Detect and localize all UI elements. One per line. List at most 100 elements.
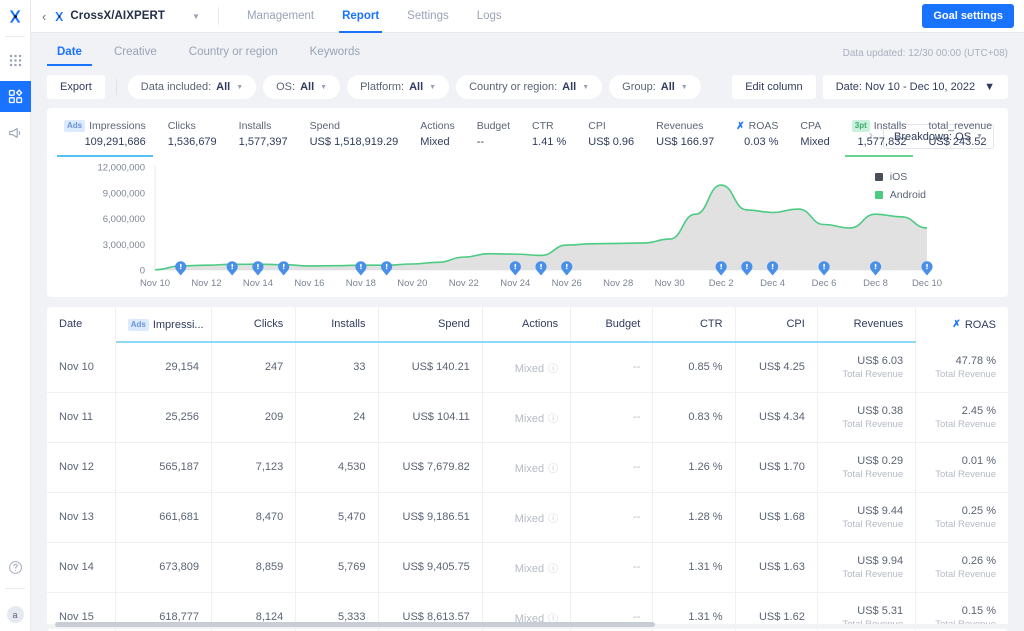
edit-column-button[interactable]: Edit column	[732, 75, 816, 99]
table-header-date[interactable]: Date	[47, 307, 116, 342]
trend-chart[interactable]: 12,000,000 9,000,000 6,000,000 3,000,000 0 No…	[47, 157, 1008, 297]
revenues-value: US$ 0.29	[857, 454, 904, 467]
help-icon[interactable]	[4, 556, 26, 578]
date-range-picker[interactable]: Date: Nov 10 - Dec 10, 2022 ▼	[822, 75, 1008, 99]
kpi-metric-budget[interactable]: Budget --	[466, 115, 521, 157]
table-row[interactable]: Nov 12 565,187 7,123 4,530 US$ 7,679.82 Mixed…	[47, 442, 1008, 493]
chart-event-marker[interactable]	[869, 261, 882, 276]
megaphone-icon[interactable]	[0, 117, 31, 148]
table-cell-roas: 0.26 % Total Revenue	[915, 542, 1008, 593]
subtab-date[interactable]: Date	[47, 46, 92, 66]
legend-label-ios: iOS	[889, 171, 908, 183]
chart-event-marker[interactable]	[381, 261, 393, 276]
chart-event-marker[interactable]	[921, 261, 933, 276]
filter-group[interactable]: Group: All ▼	[609, 75, 701, 99]
table-header-label: ROAS	[964, 318, 996, 331]
filter-data-included[interactable]: Data included: All ▼	[127, 75, 257, 99]
table-row[interactable]: Nov 10 29,154 247 33 US$ 140.21 Mixed ⓘ -- 0.85 …	[47, 341, 1008, 393]
info-icon[interactable]: ⓘ	[548, 514, 558, 525]
subtab-country-or-region[interactable]: Country or region	[179, 46, 288, 66]
legend-item-ios[interactable]: iOS	[874, 171, 926, 183]
info-icon[interactable]: ⓘ	[548, 364, 558, 375]
kpi-metric-actions[interactable]: Actions Mixed	[409, 115, 465, 157]
nav-tab-management[interactable]: Management	[233, 0, 328, 33]
table-cell-impressions: 25,256	[114, 392, 212, 443]
kpi-metric-spend[interactable]: Spend US$ 1,518,919.29	[299, 115, 410, 157]
chart-event-marker[interactable]	[818, 261, 830, 276]
kpi-metric-cpi[interactable]: CPI US$ 0.96	[577, 115, 645, 157]
table-header-clicks[interactable]: Clicks	[210, 307, 296, 343]
kpi-label: total_revenue	[928, 120, 992, 132]
table-header-roas[interactable]: ✗ ROAS	[915, 307, 1008, 342]
table-row[interactable]: Nov 14 673,809 8,859 5,769 US$ 9,405.75 Mixed…	[47, 542, 1008, 593]
kpi-metric-ctr[interactable]: CTR 1.41 %	[521, 115, 577, 157]
goal-settings-button[interactable]: Goal settings	[922, 4, 1014, 28]
chart-event-marker[interactable]	[278, 261, 290, 276]
account-selector[interactable]: CrossX/AIXPERT ▼	[54, 10, 200, 22]
x-axis-tick-label: Nov 14	[243, 278, 273, 289]
chart-event-marker[interactable]	[252, 261, 264, 276]
dashboard-icon[interactable]	[0, 81, 31, 112]
chart-event-marker[interactable]	[561, 261, 573, 276]
table-cell-cpi: US$ 4.25	[734, 341, 818, 393]
kpi-metric-installs[interactable]: 3pt Installs 1,577,832	[841, 115, 918, 157]
table-header-content: Date	[59, 318, 82, 330]
kpi-metric-clicks[interactable]: Clicks 1,536,679	[157, 115, 228, 157]
chart-event-marker[interactable]	[535, 261, 547, 276]
x-logo[interactable]	[0, 0, 30, 33]
table-row[interactable]: Nov 11 25,256 209 24 US$ 104.11 Mixed ⓘ -- 0.83 …	[47, 392, 1008, 443]
info-icon[interactable]: ⓘ	[548, 414, 558, 425]
subtab-keywords[interactable]: Keywords	[300, 46, 371, 66]
kpi-metric-revenues[interactable]: Revenues US$ 166.97	[645, 115, 725, 157]
x-axis-tick-label: Dec 8	[863, 278, 888, 289]
revenues-sublabel: Total Revenue	[842, 568, 904, 580]
table-header-spend[interactable]: Spend	[377, 307, 483, 343]
avatar[interactable]: a	[6, 606, 24, 623]
horizontal-scrollbar-thumb[interactable]	[55, 622, 655, 627]
subtab-creative[interactable]: Creative	[104, 46, 167, 66]
table-cell-spend: US$ 7,679.82	[377, 442, 483, 493]
table-header-impressi-[interactable]: Ads Impressi...	[114, 307, 212, 343]
chart-event-marker[interactable]	[767, 261, 779, 276]
legend-item-android[interactable]: Android	[874, 189, 926, 201]
info-icon[interactable]: ⓘ	[548, 464, 558, 475]
roas-sublabel: Total Revenue	[935, 468, 996, 480]
filter-platform[interactable]: Platform: All ▼	[347, 75, 450, 99]
x-axis-tick-label: Dec 2	[709, 278, 734, 289]
kpi-metric-cpa[interactable]: CPA Mixed	[789, 115, 840, 157]
chart-event-marker[interactable]	[741, 261, 753, 276]
table-header-revenues[interactable]: Revenues	[816, 307, 916, 343]
kpi-metric-installs[interactable]: Installs 1,577,397	[228, 115, 299, 157]
kpi-metric-impressions[interactable]: Ads Impressions 109,291,686	[53, 115, 157, 157]
table-header-budget[interactable]: Budget	[570, 307, 653, 343]
table-header-cpi[interactable]: CPI	[734, 307, 818, 343]
chart-event-marker[interactable]	[355, 261, 367, 276]
chart-event-marker[interactable]	[715, 261, 727, 276]
nav-tab-logs[interactable]: Logs	[463, 0, 516, 33]
back-button[interactable]: ‹	[38, 10, 54, 23]
kpi-label: Revenues	[656, 120, 714, 132]
table-header-actions[interactable]: Actions	[481, 307, 571, 343]
table-header-ctr[interactable]: CTR	[652, 307, 736, 343]
horizontal-scrollbar-track[interactable]	[47, 622, 1008, 629]
nav-tab-report[interactable]: Report	[328, 0, 393, 33]
kpi-label-text: CPA	[800, 120, 822, 132]
table-row[interactable]: Nov 13 661,681 8,470 5,470 US$ 9,186.51 Mixed…	[47, 492, 1008, 543]
filter-country-or-region[interactable]: Country or region: All ▼	[456, 75, 603, 99]
chart-event-marker[interactable]	[175, 261, 187, 276]
table-cell-date: Nov 11	[47, 392, 116, 443]
kpi-metric-total-revenue[interactable]: total_revenue US$ 243.52	[917, 115, 1003, 157]
filter-os[interactable]: OS: All ▼	[263, 75, 341, 99]
chart-event-marker[interactable]	[509, 261, 521, 276]
table-header-installs[interactable]: Installs	[295, 307, 378, 343]
kpi-scroll-region[interactable]: Ads Impressions 109,291,686 Clicks 1,536,679…	[53, 115, 992, 157]
chart-event-marker[interactable]	[226, 261, 238, 276]
apps-grid-icon[interactable]	[0, 45, 31, 76]
export-button[interactable]: Export	[47, 75, 105, 99]
table-cell-revenues: US$ 9.44 Total Revenue	[816, 492, 916, 543]
nav-tab-settings[interactable]: Settings	[393, 0, 463, 33]
kpi-metric-roas[interactable]: ✗ ROAS 0.03 %	[725, 115, 789, 157]
info-icon[interactable]: ⓘ	[548, 564, 558, 575]
report-table-body: Nov 10 29,154 247 33 US$ 140.21 Mixed ⓘ -- 0.85 …	[47, 341, 1008, 631]
kpi-label: CTR	[532, 120, 566, 132]
